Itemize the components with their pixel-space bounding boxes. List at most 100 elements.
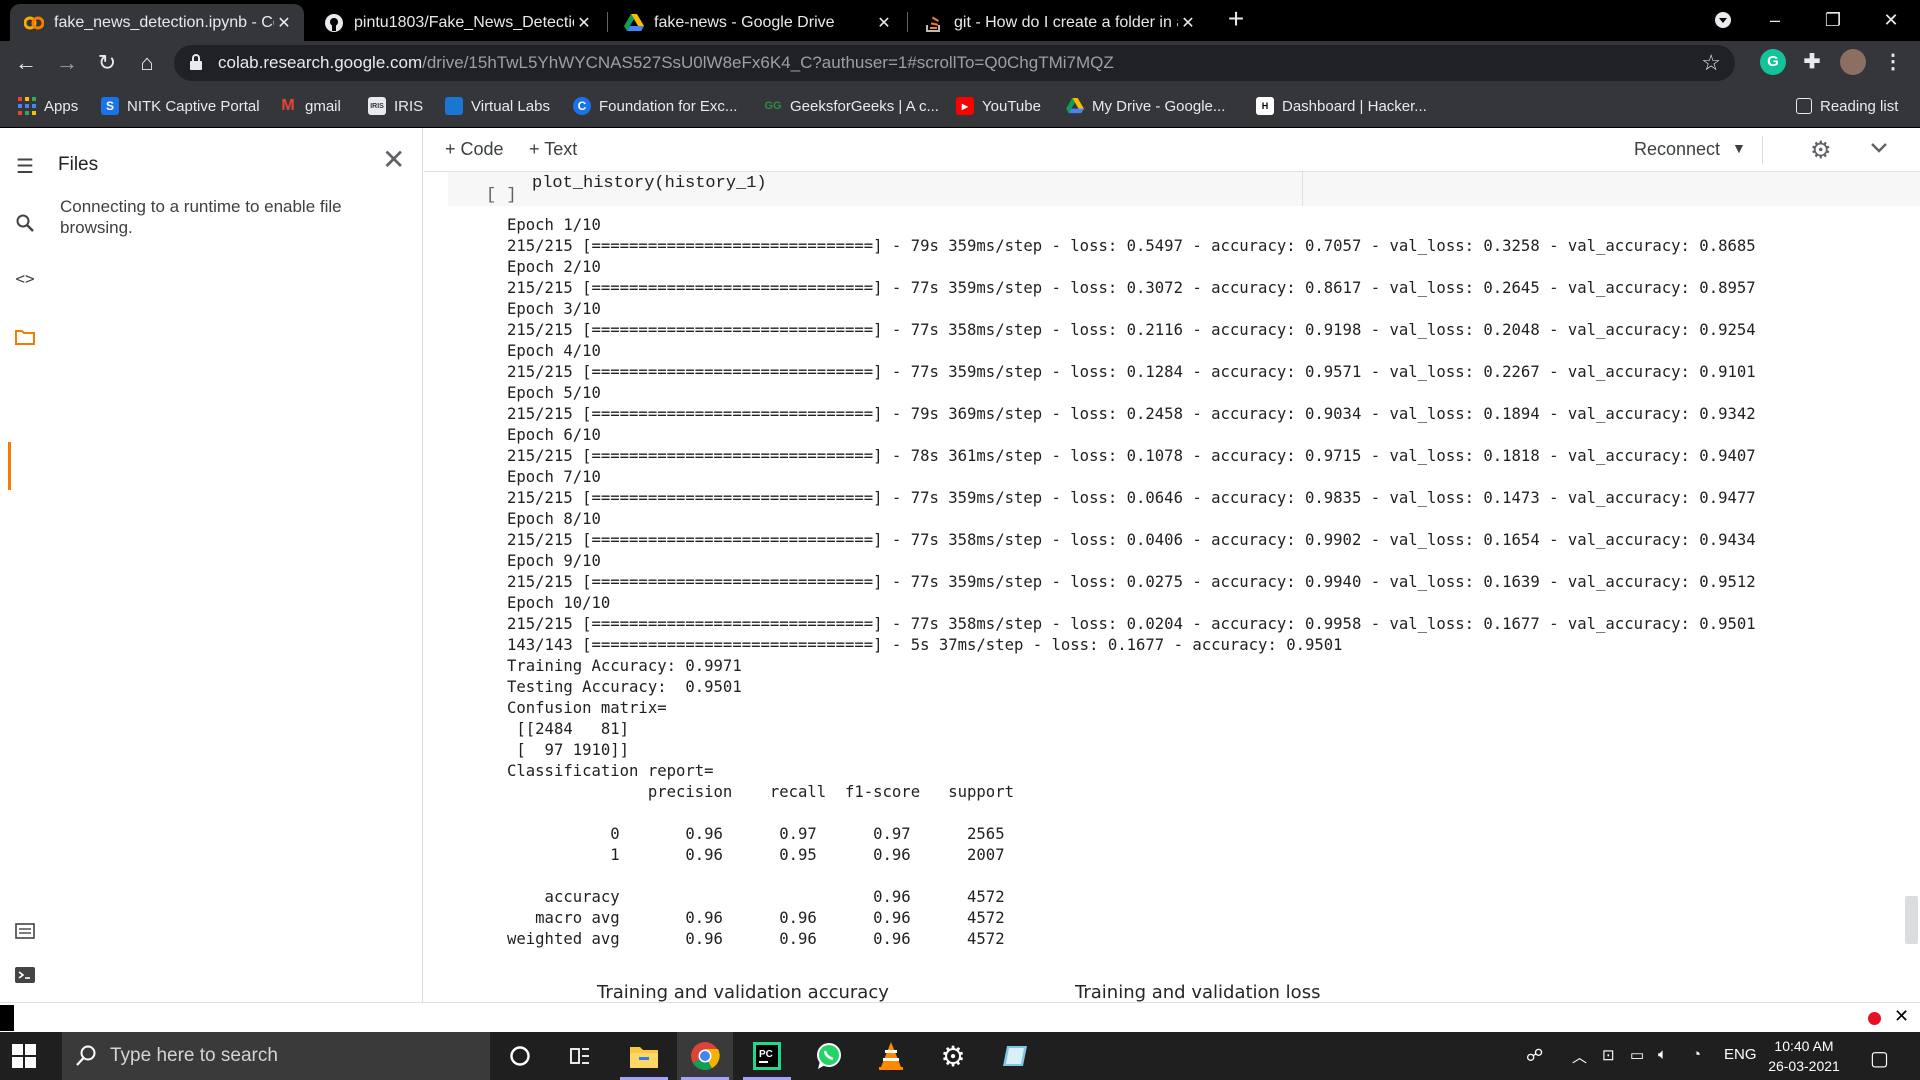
terminal-icon[interactable] — [12, 962, 38, 988]
close-icon[interactable]: ✕ — [1178, 13, 1198, 33]
volume-icon[interactable]: 🔈︎ — [1658, 1046, 1667, 1063]
wifi-icon[interactable]: ◔ — [1692, 1046, 1701, 1063]
active-indicator — [8, 442, 11, 490]
tab-stackoverflow[interactable]: git - How do I create a folder in a ✕ — [910, 4, 1208, 41]
bookmark-label: YouTube — [982, 97, 1041, 115]
run-cell-button[interactable]: [ ] — [486, 186, 517, 205]
output-line: 215/215 [==============================]… — [507, 405, 1756, 423]
search-icon[interactable] — [12, 210, 38, 236]
geeksforgeeks-icon: GG — [764, 100, 782, 112]
command-palette-icon[interactable] — [12, 918, 38, 944]
bookmark-iris[interactable]: IRIS IRIS — [368, 95, 423, 117]
chevron-down-icon[interactable]: ▼ — [1732, 140, 1746, 156]
cell-code[interactable]: plot_history(history_1) — [532, 172, 767, 196]
cortana-icon[interactable] — [492, 1032, 548, 1080]
bookmark-hackerrank[interactable]: H Dashboard | Hacker... — [1256, 95, 1427, 117]
extensions-icon[interactable]: ✚ — [1799, 49, 1825, 75]
bookmark-gmail[interactable]: M gmail — [279, 95, 341, 117]
new-tab-button[interactable]: + — [1222, 5, 1250, 34]
code-snippets-icon[interactable]: <> — [12, 266, 38, 292]
restore-icon[interactable]: ❐ — [1810, 0, 1856, 41]
bookmark-apps[interactable]: Apps — [18, 95, 78, 117]
bookmark-youtube[interactable]: ▶ YouTube — [956, 95, 1041, 117]
whatsapp-icon[interactable] — [801, 1032, 857, 1080]
address-bar[interactable]: colab.research.google.com/drive/15hTwL5Y… — [174, 45, 1735, 81]
colab-icon — [24, 13, 44, 33]
clock-date: 26-03-2021 — [1768, 1058, 1840, 1074]
add-text-cell-button[interactable]: + Text — [529, 139, 577, 160]
scrollbar[interactable] — [1905, 896, 1918, 944]
bookmark-nitk-captive-portal[interactable]: S NITK Captive Portal — [101, 95, 260, 117]
language-indicator[interactable]: ENG — [1724, 1046, 1757, 1063]
taskbar-clock[interactable]: 10:40 AM 26-03-2021 — [1764, 1036, 1844, 1076]
close-icon[interactable]: ✕ — [274, 13, 294, 33]
people-icon[interactable]: ☍ — [1526, 1046, 1543, 1066]
tab-github[interactable]: pintu1803/Fake_News_Detection ✕ — [310, 4, 604, 41]
output-line: Epoch 5/10 — [507, 384, 601, 402]
output-line: 215/215 [==============================]… — [507, 573, 1756, 591]
output-line: macro avg 0.96 0.96 0.96 4572 — [507, 909, 1005, 927]
back-icon[interactable]: ← — [12, 49, 40, 77]
close-icon[interactable]: ✕ — [382, 146, 405, 174]
bookmark-star-icon[interactable]: ☆ — [1701, 50, 1721, 76]
show-hidden-icons[interactable]: ︿ — [1572, 1046, 1587, 1067]
battery-icon[interactable]: ▭ — [1630, 1046, 1644, 1064]
more-menu-icon[interactable]: ⋮ — [1880, 49, 1906, 75]
chevron-down-icon[interactable] — [1870, 138, 1888, 159]
output-line: Confusion matrix= — [507, 699, 667, 717]
notebook-area: [ ] plot_history(history_1) Epoch 1/10 21… — [424, 172, 1920, 1002]
tab-separator — [907, 12, 908, 32]
tab-google-drive[interactable]: fake-news - Google Drive ✕ — [610, 4, 904, 41]
files-panel: Files ✕ Connecting to a runtime to enabl… — [50, 128, 423, 1002]
output-line: Epoch 3/10 — [507, 300, 601, 318]
bookmark-label: Foundation for Exc... — [599, 97, 738, 115]
chrome-icon[interactable] — [677, 1032, 733, 1080]
grammarly-icon[interactable]: G — [1760, 49, 1786, 75]
profile-menu-icon[interactable] — [1700, 0, 1746, 41]
minimize-icon[interactable]: – — [1752, 0, 1798, 41]
colab-toolbar: + Code + Text Reconnect ▼ ⚙ — [424, 128, 1920, 172]
close-icon[interactable]: ✕ — [1894, 1006, 1909, 1027]
task-view-icon[interactable] — [552, 1032, 608, 1080]
avatar[interactable] — [1840, 49, 1866, 75]
output-line: 215/215 [==============================]… — [507, 237, 1756, 255]
bookmark-my-drive[interactable]: My Drive - Google... — [1066, 95, 1225, 117]
reconnect-button[interactable]: Reconnect — [1634, 139, 1720, 160]
add-code-cell-button[interactable]: + Code — [445, 139, 504, 160]
vlc-icon[interactable] — [863, 1032, 919, 1080]
tab-separator — [607, 12, 608, 32]
folder-icon[interactable] — [12, 324, 38, 350]
reload-icon[interactable]: ↻ — [93, 49, 121, 77]
network-drive-icon[interactable]: ⊡ — [1602, 1046, 1615, 1064]
pycharm-icon[interactable]: PC — [739, 1032, 795, 1080]
files-panel-message: Connecting to a runtime to enable file b… — [60, 197, 342, 237]
taskbar-search-input[interactable]: Type here to search — [62, 1032, 490, 1080]
cell-output: Epoch 1/10 215/215 [=====================… — [507, 215, 1756, 950]
file-explorer-icon[interactable] — [616, 1032, 672, 1080]
close-icon[interactable]: ✕ — [574, 13, 594, 33]
settings-icon[interactable]: ⚙ — [925, 1032, 981, 1080]
tab-colab-notebook[interactable]: fake_news_detection.ipynb - Cola ✕ — [10, 4, 304, 41]
notifications-icon[interactable]: ▢ — [1870, 1046, 1889, 1071]
record-indicator-icon[interactable] — [1868, 1012, 1881, 1025]
gear-icon[interactable]: ⚙ — [1810, 136, 1832, 165]
iris-icon: IRIS — [368, 97, 386, 115]
home-icon[interactable]: ⌂ — [133, 49, 161, 77]
output-line: 215/215 [==============================]… — [507, 279, 1756, 297]
reading-list-button[interactable]: Reading list — [1796, 95, 1898, 117]
close-icon[interactable]: ✕ — [874, 13, 894, 33]
code-cell[interactable]: [ ] plot_history(history_1) — [448, 172, 1920, 206]
files-panel-title: Files — [58, 154, 99, 175]
window-close-icon[interactable]: ✕ — [1868, 0, 1914, 41]
tab-title: git - How do I create a folder in a — [954, 13, 1178, 31]
bookmark-foundation[interactable]: C Foundation for Exc... — [573, 95, 737, 117]
output-line: Epoch 10/10 — [507, 594, 611, 612]
windows-start-icon[interactable] — [12, 1044, 36, 1068]
bookmark-virtual-labs[interactable]: Virtual Labs — [445, 95, 550, 117]
bookmark-geeksforgeeks[interactable]: GG GeeksforGeeks | A c... — [764, 95, 939, 117]
notepad-icon[interactable] — [987, 1032, 1043, 1080]
forward-icon[interactable]: → — [53, 49, 81, 77]
gmail-icon: M — [281, 97, 295, 114]
table-of-contents-icon[interactable]: ☰ — [12, 154, 38, 180]
search-placeholder: Type here to search — [110, 1045, 278, 1066]
